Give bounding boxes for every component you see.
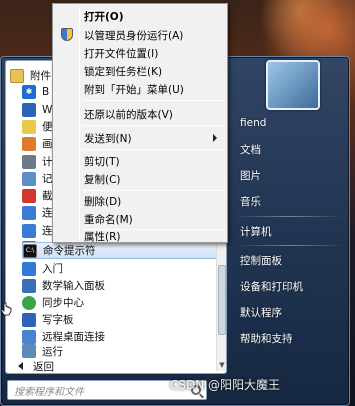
ctx-pin-taskbar[interactable]: 锁定到任务栏(K)	[55, 61, 225, 81]
program-item[interactable]: 运行	[22, 344, 222, 358]
right-item-devices-printers[interactable]: 设备和打印机	[240, 277, 340, 295]
sticky-notes-icon	[22, 119, 36, 134]
command-prompt-icon: C:\	[23, 243, 37, 258]
right-item-default-programs[interactable]: 默认程序	[240, 303, 340, 321]
right-item-label: 默认程序	[240, 306, 282, 319]
ctx-label: 复制(C)	[84, 173, 121, 186]
program-item[interactable]: 远程桌面连接	[22, 328, 222, 345]
program-label: 画	[42, 138, 53, 150]
program-item[interactable]: 入门	[22, 260, 222, 277]
folder-label: 附件	[30, 70, 51, 82]
ctx-pin-start[interactable]: 附到「开始」菜单(U)	[55, 79, 225, 99]
program-label: 命令提示符	[43, 245, 96, 257]
ctx-label: 属性(R)	[84, 231, 121, 243]
ctx-label: 锁定到任务栏(K)	[84, 65, 163, 78]
right-item-label: 图片	[240, 169, 261, 182]
shield-icon	[61, 28, 73, 41]
program-label: W	[42, 103, 53, 116]
program-item[interactable]: 写字板	[22, 311, 222, 328]
right-item-control-panel[interactable]: 控制面板	[240, 251, 340, 269]
watermark-text: CSDN @阳阳大魔王	[170, 378, 281, 392]
scrollbar-thumb[interactable]	[218, 265, 226, 335]
ctx-copy[interactable]: 复制(C)	[55, 169, 225, 189]
program-label: 入门	[42, 263, 63, 275]
folder-icon	[10, 68, 24, 83]
ctx-separator	[83, 149, 223, 150]
user-avatar[interactable]	[266, 60, 320, 110]
program-item-command-prompt[interactable]: C:\ 命令提示符	[22, 242, 222, 259]
hand-cursor-icon	[0, 302, 12, 316]
right-item-user[interactable]: fiend	[240, 114, 340, 132]
ctx-label: 还原以前的版本(V)	[84, 108, 173, 121]
calculator-icon	[22, 154, 36, 169]
program-label: 记	[42, 173, 53, 185]
back-button[interactable]: 返回	[10, 357, 210, 375]
ctx-label: 打开文件位置(I)	[84, 47, 159, 60]
search-placeholder: 搜索程序和文件	[14, 386, 84, 398]
sync-center-icon	[22, 295, 36, 310]
ctx-label: 附到「开始」菜单(U)	[84, 83, 184, 96]
program-label: 便	[42, 121, 53, 133]
program-label: 写字板	[42, 314, 74, 326]
program-label: 截	[42, 190, 53, 202]
right-item-pictures[interactable]: 图片	[240, 166, 340, 184]
program-label: 计	[42, 156, 53, 168]
ctx-properties[interactable]: 属性(R)	[55, 230, 225, 243]
program-label: B	[42, 85, 50, 98]
right-item-computer[interactable]: 计算机	[240, 222, 340, 240]
run-icon	[22, 344, 36, 358]
ctx-label: 删除(D)	[84, 195, 122, 208]
ctx-label: 剪切(T)	[84, 155, 120, 168]
wordpad-icon	[22, 102, 36, 117]
back-label: 返回	[33, 360, 54, 373]
ctx-open[interactable]: 打开(O)	[55, 6, 225, 26]
right-divider	[236, 216, 344, 217]
ctx-separator	[83, 125, 223, 126]
ctx-separator	[83, 100, 223, 101]
right-item-label: 计算机	[240, 225, 272, 238]
remote-desktop-icon	[22, 329, 36, 344]
ctx-cut[interactable]: 剪切(T)	[55, 151, 225, 171]
right-item-help-support[interactable]: 帮助和支持	[240, 329, 340, 347]
right-item-label: 控制面板	[240, 254, 282, 267]
notepad-icon	[22, 171, 36, 186]
right-item-label: 文档	[240, 143, 261, 156]
connect-projector-icon	[22, 223, 36, 238]
right-item-label: fiend	[240, 117, 267, 129]
ctx-label: 发送到(N)	[84, 132, 132, 145]
ctx-restore-versions[interactable]: 还原以前的版本(V)	[55, 104, 225, 124]
ctx-send-to[interactable]: 发送到(N)	[55, 128, 225, 148]
ctx-label: 重命名(M)	[84, 213, 133, 226]
program-label: 远程桌面连接	[42, 331, 105, 343]
context-menu: 打开(O) 以管理员身份运行(A) 打开文件位置(I) 锁定到任务栏(K) 附到…	[52, 3, 228, 243]
ctx-rename[interactable]: 重命名(M)	[55, 209, 225, 229]
getting-started-icon	[22, 261, 36, 276]
ctx-label: 打开(O)	[84, 10, 124, 23]
right-item-label: 音乐	[240, 195, 261, 208]
program-label: 数学输入面板	[42, 280, 105, 292]
program-label: 连	[42, 225, 53, 237]
connect-icon	[22, 205, 36, 220]
scroll-down-icon[interactable]: ▼	[218, 361, 226, 369]
submenu-arrow-icon	[213, 134, 217, 142]
ctx-delete[interactable]: 删除(D)	[55, 191, 225, 211]
program-item[interactable]: 同步中心	[22, 294, 222, 311]
right-divider	[236, 245, 344, 246]
right-item-documents[interactable]: 文档	[240, 140, 340, 158]
bluetooth-icon: ✱	[22, 84, 36, 99]
program-label: 同步中心	[42, 297, 84, 309]
right-item-music[interactable]: 音乐	[240, 192, 340, 210]
snipping-tool-icon	[22, 188, 36, 203]
back-arrow-icon	[18, 362, 23, 370]
ctx-label: 以管理员身份运行(A)	[84, 29, 184, 42]
ctx-run-as-admin[interactable]: 以管理员身份运行(A)	[55, 25, 225, 45]
math-input-icon	[22, 278, 36, 293]
right-item-label: 设备和打印机	[240, 280, 303, 293]
program-item[interactable]: 数学输入面板	[22, 277, 222, 294]
wordpad-icon	[22, 312, 36, 327]
right-item-label: 帮助和支持	[240, 332, 293, 345]
program-label: 连	[42, 207, 53, 219]
ctx-open-file-location[interactable]: 打开文件位置(I)	[55, 43, 225, 63]
paint-icon	[22, 136, 36, 151]
